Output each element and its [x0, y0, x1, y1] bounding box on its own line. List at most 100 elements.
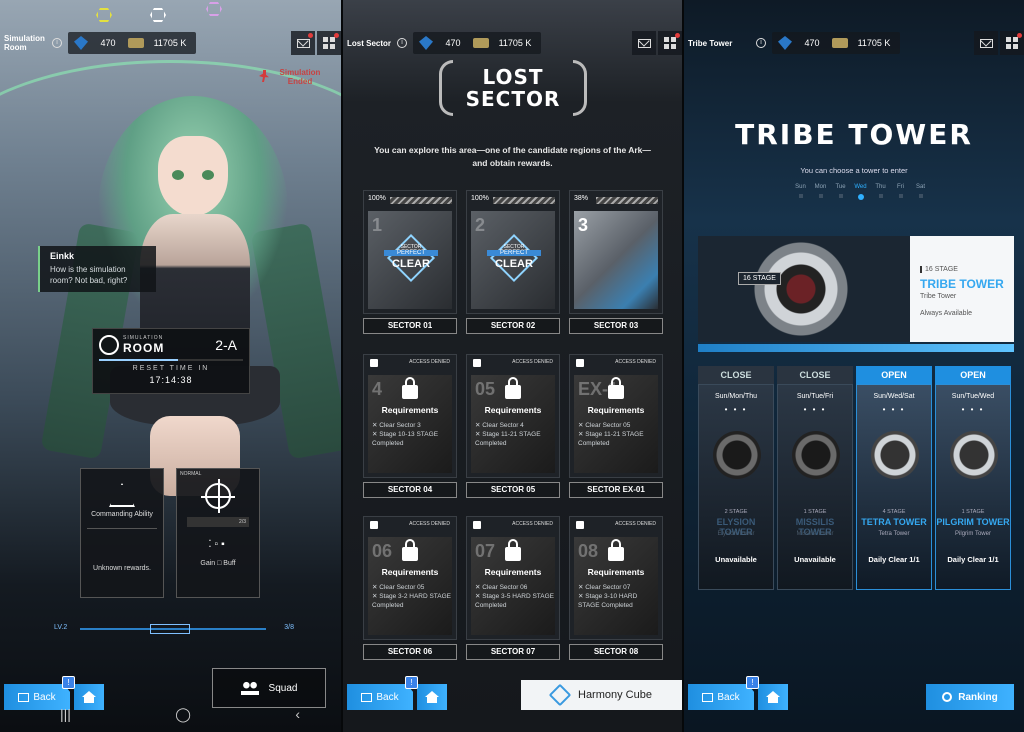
tower-subtitle: Tetra Tower [878, 531, 910, 537]
sector-card-02[interactable]: 100% 2 SECTOR PERFECT CLEAR SECTOR 02 [466, 190, 560, 334]
menu-button[interactable] [1000, 31, 1024, 55]
mail-button[interactable] [632, 31, 656, 55]
home-icon [82, 691, 96, 703]
sector-label: SECTOR 03 [569, 318, 663, 334]
info-icon[interactable]: i [756, 38, 766, 48]
simulation-room-card[interactable]: SIMULATION ROOM 2-A RESET TIME IN 17:14:… [92, 328, 250, 394]
tribe-tower-feature-card[interactable]: 16 STAGE 16 STAGE TRIBE TOWER Tribe Towe… [698, 236, 1014, 342]
home-icon [766, 691, 780, 703]
sector-progress: 100% [368, 195, 386, 202]
card-description: Gain □ Buff [200, 560, 236, 567]
buff-card[interactable]: NORMAL 2/3 ⁚▫▪ Gain □ Buff [176, 468, 260, 598]
squad-icon [240, 681, 259, 695]
tower-daily-clear: Daily Clear 1/1 [868, 555, 920, 564]
grid-icon [664, 37, 676, 49]
missilis-tower-card[interactable]: CLOSE Sun/Tue/Fri • • • 1 STAGE MISSILIS… [777, 366, 853, 590]
reset-label: RESET TIME IN [132, 365, 210, 372]
ranking-label: Ranking [958, 691, 998, 703]
back-arrow-icon [18, 692, 30, 702]
access-denied-label: ACCESS DENIED [409, 521, 450, 527]
menu-button[interactable] [317, 31, 341, 55]
tower-daily-clear: Daily Clear 1/1 [947, 555, 999, 564]
sector-label: SECTOR 05 [466, 482, 560, 498]
home-circle-icon[interactable]: ◯ [175, 706, 191, 723]
credit-count: 11705 K [153, 38, 187, 48]
lock-icon [473, 359, 481, 367]
sector-card-01[interactable]: 100% 1 SECTOR PERFECT CLEAR SECTOR 01 [363, 190, 457, 334]
dialogue-box[interactable]: Einkk How is the simulation room? Not ba… [38, 246, 156, 292]
tribe-tower-panel: Tribe Tower i 470 11705 K TRIBE TOWER Yo… [684, 0, 1024, 732]
harmony-cube-label: Harmony Cube [578, 689, 652, 701]
gem-icon [419, 36, 433, 50]
back-button[interactable]: Back [347, 684, 413, 710]
feature-info: 16 STAGE TRIBE TOWER Tribe Tower Always … [910, 236, 1014, 342]
ranking-button[interactable]: Ranking [926, 684, 1014, 710]
feature-subtitle: Tribe Tower [920, 293, 957, 300]
lock-icon [370, 521, 378, 529]
tower-status-head: CLOSE [698, 366, 774, 384]
lost-sector-description: You can explore this area—one of the can… [374, 145, 651, 168]
requirements-title: Requirements [587, 567, 645, 577]
top-bar: Simulation Room i 470 11705 K [0, 30, 341, 56]
sector-number: 07 [475, 541, 496, 561]
sector-card-03[interactable]: 38% 3 SECTOR 03 [569, 190, 663, 334]
feature-name: TRIBE TOWER [920, 277, 1004, 291]
stage-badge: 16 STAGE [738, 272, 781, 285]
sector-card-ex01[interactable]: ACCESS DENIED EX-1 Requirements ✕ Clear … [569, 354, 663, 498]
back-button[interactable]: Back [688, 684, 754, 710]
speaker-name: Einkk [50, 251, 75, 261]
card-title: Commanding Ability [91, 511, 153, 518]
sector-card-04[interactable]: ACCESS DENIED 4 Requirements ✕ Clear Sec… [363, 354, 457, 498]
lock-icon [576, 359, 584, 367]
access-denied-label: ACCESS DENIED [512, 521, 553, 527]
divider-band [698, 344, 1014, 352]
recent-apps-icon[interactable]: ||| [60, 706, 71, 723]
tower-stage: 1 STAGE [803, 509, 827, 515]
sector-card-08[interactable]: ACCESS DENIED 08 Requirements ✕ Clear Se… [569, 516, 663, 660]
sector-card-07[interactable]: ACCESS DENIED 07 Requirements ✕ Clear Se… [466, 516, 560, 660]
harmony-cube-button[interactable]: Harmony Cube [521, 680, 682, 710]
buff-progress: 2/3 [187, 517, 249, 527]
back-arrow-icon [702, 692, 714, 702]
mail-icon [637, 38, 651, 48]
tower-day-dots: • • • [882, 405, 906, 414]
gem-count: 470 [445, 38, 461, 48]
menu-button[interactable] [658, 31, 682, 55]
home-button[interactable] [758, 684, 788, 710]
info-icon[interactable]: i [397, 38, 407, 48]
sector-number: 3 [578, 215, 589, 235]
weekday-selector: Sun Mon Tue Wed Thu Fri Sat [792, 184, 929, 200]
back-label: Back [717, 691, 740, 703]
credit-icon [128, 38, 144, 48]
credit-count: 11705 K [857, 38, 891, 48]
title-bracket-left [439, 60, 453, 116]
info-icon[interactable]: i [52, 38, 62, 48]
mail-button[interactable] [974, 31, 998, 55]
sector-label: SECTOR 06 [363, 644, 457, 660]
system-back-icon[interactable]: ‹ [295, 706, 300, 723]
sector-progress: 38% [574, 195, 589, 202]
day-wed: Wed [852, 184, 869, 200]
lock-icon [608, 539, 624, 561]
feature-availability: Always Available [920, 310, 973, 317]
mail-button[interactable] [291, 31, 315, 55]
tetra-tower-card[interactable]: OPEN Sun/Wed/Sat • • • 4 STAGE TETRA TOW… [856, 366, 932, 590]
sector-number: 2 [475, 215, 486, 235]
tower-subtitle: Missilis Tower [796, 531, 834, 537]
home-button[interactable] [417, 684, 447, 710]
elysion-tower-card[interactable]: CLOSE Sun/Mon/Thu • • • 2 STAGE ELYSION … [698, 366, 774, 590]
pilgrim-tower-card[interactable]: OPEN Sun/Tue/Wed • • • 1 STAGE PILGRIM T… [935, 366, 1011, 590]
page-title: Simulation Room [4, 34, 45, 52]
squad-button[interactable]: Squad [212, 668, 326, 708]
credit-icon [473, 38, 489, 48]
sector-card-06[interactable]: ACCESS DENIED 06 Requirements ✕ Clear Se… [363, 516, 457, 660]
tower-stage: 1 STAGE [961, 509, 985, 515]
lock-icon [505, 377, 521, 399]
requirements-list: ✕ Clear Sector 3 ✕ Stage 10-13 STAGE Comp… [372, 422, 439, 447]
resource-bar: 470 11705 K [68, 32, 196, 54]
tower-day-dots: • • • [724, 405, 748, 414]
card-tag: NORMAL [180, 471, 202, 477]
sector-card-05[interactable]: ACCESS DENIED 05 Requirements ✕ Clear Se… [466, 354, 560, 498]
commanding-ability-card[interactable]: Commanding Ability Unknown rewards. [80, 468, 164, 598]
notification-badge-icon: ! [746, 676, 759, 689]
